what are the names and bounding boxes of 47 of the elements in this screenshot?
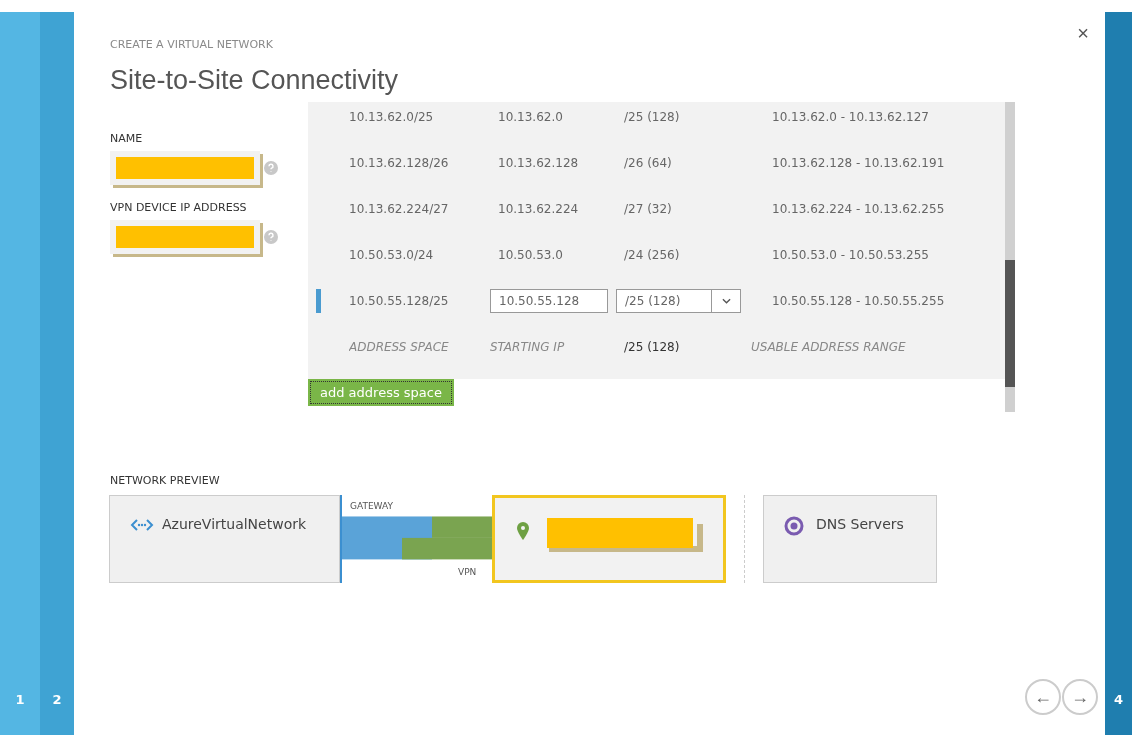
address-space-field[interactable]: ADDRESS SPACE bbox=[349, 340, 485, 354]
table-cell-text: 10.50.55.128 - 10.50.55.255 bbox=[771, 294, 945, 308]
network-icon bbox=[130, 518, 154, 532]
table-cell-text: /26 (64) bbox=[623, 156, 672, 170]
vpn-label: VPN bbox=[458, 567, 477, 577]
scrollbar[interactable] bbox=[1005, 102, 1015, 412]
local-site-card[interactable] bbox=[492, 495, 726, 583]
table-cell-text: 10.13.62.224/27 bbox=[349, 202, 450, 216]
chevron-down-icon bbox=[721, 298, 731, 304]
address-range-field[interactable]: USABLE ADDRESS RANGE bbox=[751, 340, 951, 354]
table-cell-text: /25 (128) bbox=[623, 110, 680, 124]
help-icon[interactable] bbox=[264, 230, 278, 244]
table-cell-text: 10.50.55.128/25 bbox=[349, 294, 450, 308]
starting-ip-field[interactable]: 10.50.55.128 bbox=[490, 289, 608, 313]
gateway-label: GATEWAY bbox=[350, 501, 393, 511]
table-cell-text: 10.13.62.224 bbox=[497, 202, 579, 216]
virtual-network-card[interactable]: AzureVirtualNetwork bbox=[109, 495, 340, 583]
input-field[interactable] bbox=[110, 151, 260, 185]
table-cell-text: 10.13.62.0 - 10.13.62.127 bbox=[771, 110, 929, 124]
target-icon bbox=[784, 516, 804, 536]
wizard-subtitle: CREATE A VIRTUAL NETWORK bbox=[110, 38, 274, 51]
field-label: VPN DEVICE IP ADDRESS bbox=[110, 201, 248, 214]
back-button[interactable]: ← bbox=[1025, 679, 1061, 715]
table-cell-text: 10.13.62.128 - 10.13.62.191 bbox=[771, 156, 945, 170]
table-cell-text: /24 (256) bbox=[623, 248, 680, 262]
wizard-step[interactable]: 4 bbox=[1105, 12, 1132, 735]
help-icon[interactable] bbox=[264, 161, 278, 175]
table-cell-text: 10.13.62.128/26 bbox=[349, 156, 450, 170]
table-cell-text: 10.13.62.224 - 10.13.62.255 bbox=[771, 202, 945, 216]
field-label: NAME bbox=[110, 132, 144, 145]
table-cell-text: 10.13.62.0 bbox=[497, 110, 563, 124]
dns-servers-card[interactable]: DNS Servers bbox=[763, 495, 937, 583]
table-cell-text: 10.13.62.0/25 bbox=[349, 110, 435, 124]
starting-ip-field[interactable]: STARTING IP bbox=[490, 340, 610, 354]
input-field[interactable] bbox=[110, 220, 260, 254]
table-cell-text: 10.50.53.0 bbox=[497, 248, 563, 262]
cidr-value[interactable]: /25 (128) bbox=[616, 340, 680, 354]
next-button[interactable]: → bbox=[1062, 679, 1098, 715]
close-button[interactable]: × bbox=[1077, 22, 1089, 45]
location-pin-icon bbox=[517, 522, 529, 540]
table-cell-text: /27 (32) bbox=[623, 202, 672, 216]
table-cell-text: 10.13.62.128 bbox=[497, 156, 579, 170]
table-cell-text: 10.50.53.0 - 10.50.53.255 bbox=[771, 248, 929, 262]
page-title: Site-to-Site Connectivity bbox=[110, 65, 400, 96]
table-cell-text: 10.50.53.0/24 bbox=[349, 248, 435, 262]
section-label: NETWORK PREVIEW bbox=[110, 474, 221, 487]
cidr-dropdown[interactable]: /25 (128) bbox=[616, 289, 741, 313]
